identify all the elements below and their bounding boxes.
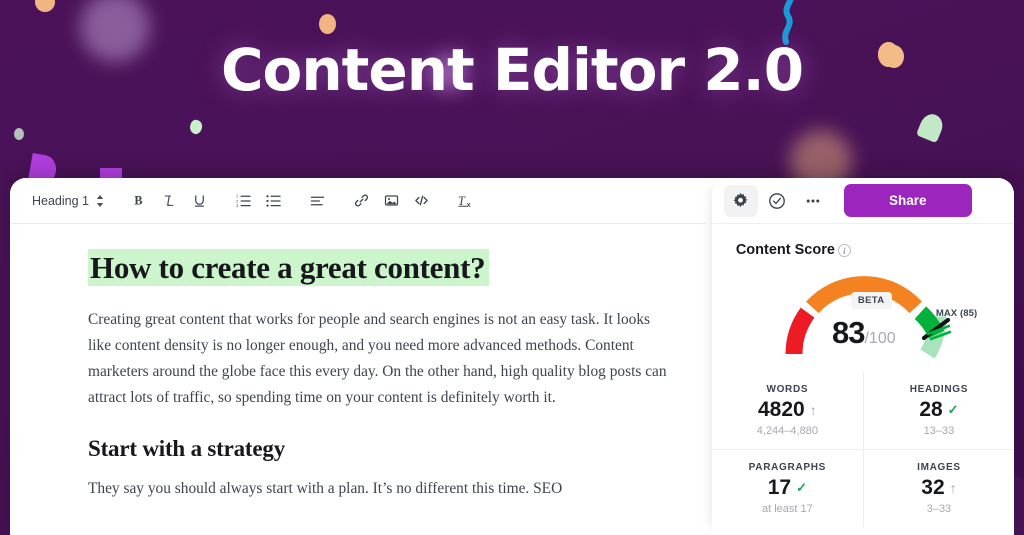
decor-dot	[319, 14, 336, 34]
stat-value-row: 4820 ↑	[716, 399, 859, 420]
ordered-list-button[interactable]: 123	[228, 186, 258, 216]
stat-check-icon: ✓	[796, 480, 807, 495]
decor-diamond	[915, 110, 947, 144]
stat-range: 13–33	[923, 425, 955, 437]
chevron-updown-icon	[96, 194, 104, 208]
content-score-label: Content Score	[735, 242, 835, 258]
stat-images: IMAGES 32 ↑ 3–33	[862, 449, 1014, 527]
content-score-panel: Share Content Score i BETA 83/100 MAX (8…	[711, 178, 1014, 535]
image-icon[interactable]	[376, 186, 406, 216]
stat-value: 17	[767, 476, 792, 499]
stat-trend-icon: ↑	[809, 401, 817, 418]
stat-label: WORDS	[766, 384, 809, 395]
stat-value-row: 17 ✓	[716, 477, 859, 498]
document-heading-wrap: How to create a great content?	[88, 246, 676, 291]
clear-formatting-icon[interactable]: T x	[450, 186, 480, 216]
heading-style-select[interactable]: Heading 1	[28, 190, 110, 212]
document-content[interactable]: How to create a great content? Creating …	[10, 224, 706, 535]
stat-label: HEADINGS	[909, 384, 969, 395]
stat-range: at least 17	[761, 503, 813, 515]
share-button[interactable]: Share	[843, 184, 972, 217]
stat-range: 3–33	[926, 503, 952, 515]
document-h2: Start with a strategy	[88, 435, 286, 461]
document-paragraph-2: They say you should always start with a …	[88, 479, 563, 497]
stat-value-row: 32 ↑	[868, 477, 1010, 498]
score-denominator: /100	[864, 330, 896, 347]
italic-button[interactable]: I	[154, 186, 184, 216]
stats-grid: WORDS 4820 ↑ 4,244–4,880 HEADINGS 28 ✓ 1…	[711, 372, 1014, 527]
svg-text:x: x	[466, 201, 470, 209]
align-button[interactable]	[302, 186, 332, 216]
editor-pane: Heading 1 B I 123 T x How to create a gr…	[10, 178, 706, 535]
document-h1: How to create a great content?	[88, 249, 490, 286]
document-paragraph-1: Creating great content that works for pe…	[88, 310, 667, 406]
stat-check-icon: ✓	[947, 402, 959, 417]
gear-icon[interactable]	[723, 184, 758, 217]
page-title: Content Editor 2.0	[220, 36, 804, 104]
stat-trend-icon: ↑	[949, 479, 957, 496]
check-circle-icon[interactable]	[760, 185, 794, 217]
editor-toolbar: Heading 1 B I 123 T x	[10, 178, 706, 224]
stat-label: PARAGRAPHS	[748, 462, 827, 473]
app-window: Heading 1 B I 123 T x How to create a gr…	[10, 178, 1014, 535]
score-gauge: BETA 83/100 MAX (85)	[712, 262, 1014, 362]
stat-headings: HEADINGS 28 ✓ 13–33	[862, 372, 1014, 449]
underline-button[interactable]	[184, 186, 214, 216]
max-score-label: MAX (85)	[935, 308, 978, 319]
decor-dot	[35, 0, 55, 12]
stat-value: 32	[921, 476, 945, 499]
svg-text:B: B	[134, 194, 142, 208]
panel-header: Share	[711, 178, 1014, 224]
decor-diamond	[14, 128, 24, 140]
svg-text:3: 3	[236, 203, 239, 208]
stat-value-row: 28 ✓	[868, 399, 1010, 420]
score-value-row: 83/100	[712, 315, 1014, 351]
stat-label: IMAGES	[917, 462, 961, 473]
heading-style-value: Heading 1	[32, 193, 89, 208]
code-icon[interactable]	[406, 186, 436, 216]
info-icon[interactable]: i	[837, 244, 851, 257]
link-icon[interactable]	[346, 186, 376, 216]
unordered-list-button[interactable]	[258, 186, 288, 216]
stat-paragraphs: PARAGRAPHS 17 ✓ at least 17	[711, 449, 863, 527]
decor-diamond	[188, 118, 204, 136]
stat-words: WORDS 4820 ↑ 4,244–4,880	[712, 372, 863, 449]
score-value: 83	[832, 315, 865, 350]
stat-value: 4820	[758, 398, 805, 421]
bold-button[interactable]: B	[124, 186, 154, 216]
stat-range: 4,244–4,880	[756, 425, 818, 437]
stat-value: 28	[919, 398, 943, 421]
more-horizontal-icon[interactable]	[796, 185, 830, 217]
beta-badge: BETA	[850, 292, 892, 309]
content-score-title: Content Score i	[712, 224, 1014, 258]
